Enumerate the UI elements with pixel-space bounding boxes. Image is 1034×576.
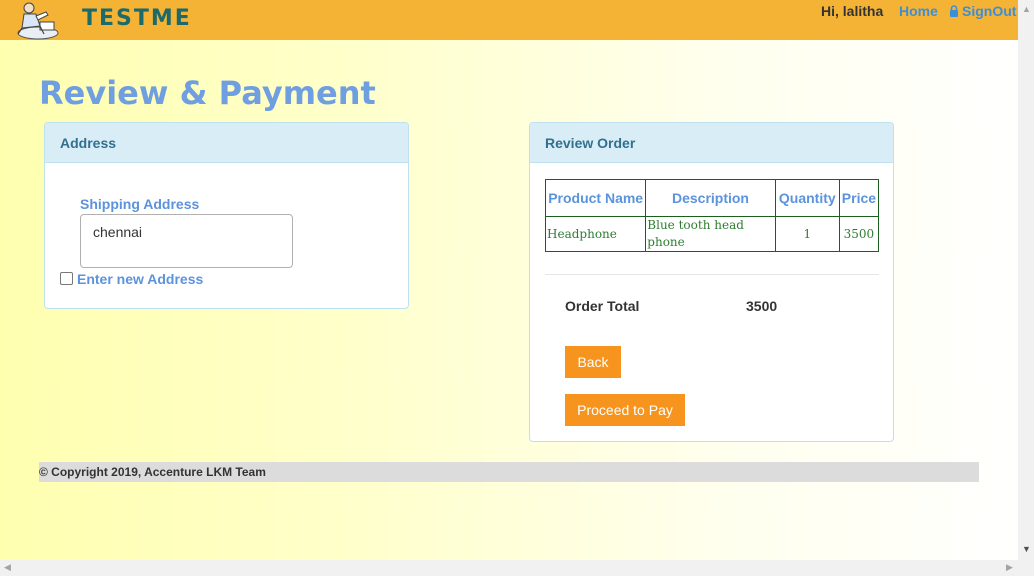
vertical-scrollbar[interactable]: ▲ ▼ — [1018, 0, 1034, 560]
back-button[interactable]: Back — [565, 346, 621, 378]
scroll-down-icon[interactable]: ▼ — [1022, 544, 1031, 554]
review-order-panel: Review Order Product Name Description Qu… — [529, 122, 894, 442]
top-navbar: TESTME Hi, lalitha Home SignOut — [0, 0, 1018, 40]
home-link[interactable]: Home — [899, 3, 938, 19]
signout-link[interactable]: SignOut — [949, 3, 1016, 20]
shipping-address-label: Shipping Address — [80, 196, 200, 212]
column-header-quantity: Quantity — [774, 179, 840, 217]
column-header-description: Description — [645, 179, 776, 217]
brand-logo-text: TESTME — [82, 6, 192, 31]
lock-icon — [949, 4, 959, 20]
enter-new-address-option[interactable]: Enter new Address — [60, 271, 203, 287]
order-total-value: 3500 — [746, 298, 778, 314]
scroll-left-icon[interactable]: ◀ — [4, 562, 11, 573]
cell-product: Headphone — [544, 216, 647, 252]
cell-description: Blue tooth head phone — [645, 216, 776, 252]
shipping-address-field[interactable]: chennai — [80, 214, 293, 268]
page-title: Review & Payment — [39, 74, 376, 112]
new-address-label: Enter new Address — [77, 271, 204, 287]
address-panel: Address Shipping Address chennai Enter n… — [44, 122, 409, 309]
signout-label: SignOut — [962, 3, 1017, 19]
cell-price: 3500 — [838, 216, 880, 252]
order-total-label: Order Total — [565, 298, 640, 314]
table-header-row: Product Name Description Quantity Price — [544, 179, 880, 217]
scroll-up-icon[interactable]: ▲ — [1022, 4, 1031, 14]
horizontal-scrollbar[interactable]: ◀ ▶ — [0, 560, 1034, 576]
address-panel-title: Address — [45, 123, 408, 163]
cell-quantity: 1 — [774, 216, 840, 252]
divider — [545, 274, 879, 275]
table-row: Headphone Blue tooth head phone 1 3500 — [544, 216, 880, 252]
column-header-price: Price — [838, 179, 880, 217]
proceed-to-pay-button[interactable]: Proceed to Pay — [565, 394, 685, 426]
logo-icon — [14, 0, 62, 40]
column-header-product: Product Name — [544, 179, 647, 217]
review-panel-title: Review Order — [530, 123, 893, 163]
new-address-checkbox[interactable] — [60, 272, 73, 285]
footer-copyright: © Copyright 2019, Accenture LKM Team — [39, 462, 979, 482]
order-table: Product Name Description Quantity Price … — [544, 179, 880, 252]
user-greeting: Hi, lalitha — [821, 3, 884, 19]
scroll-right-icon[interactable]: ▶ — [1006, 562, 1013, 573]
